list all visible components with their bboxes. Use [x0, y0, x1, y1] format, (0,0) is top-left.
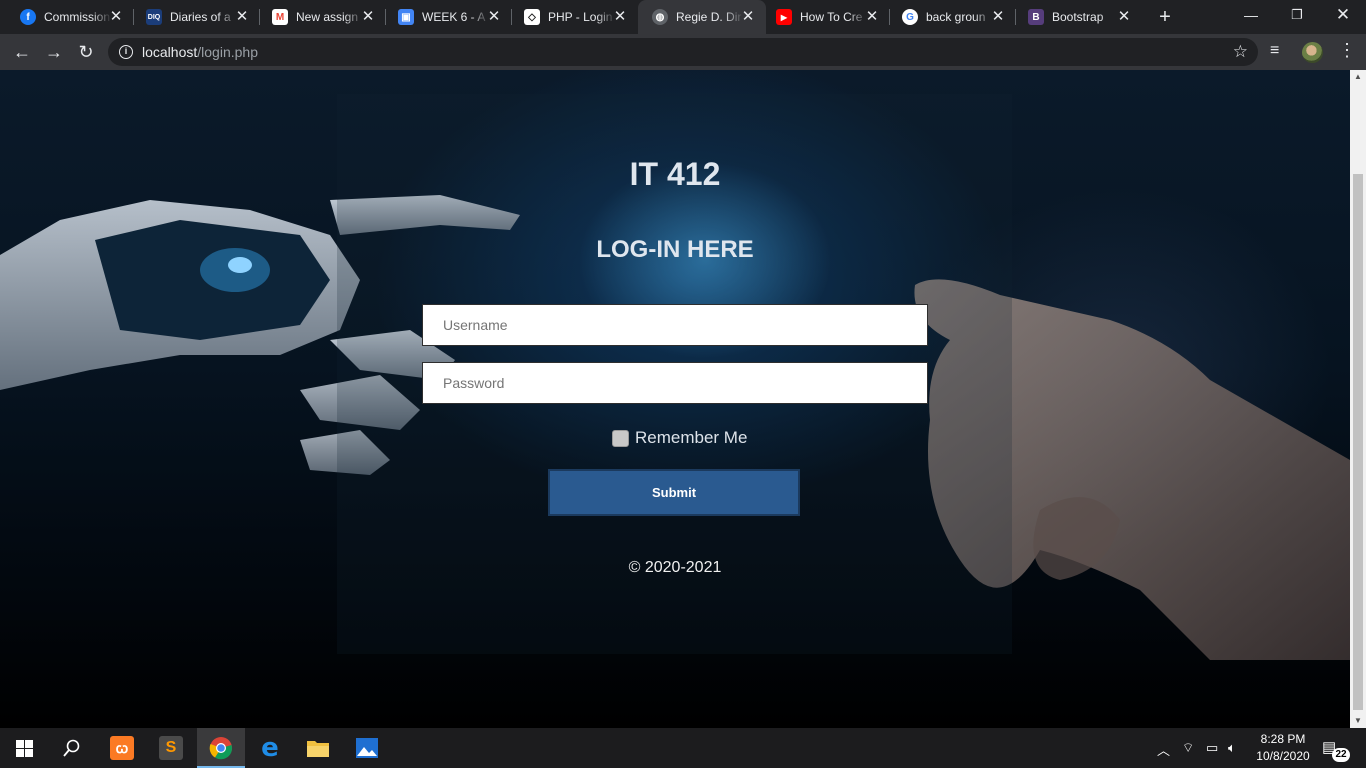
submit-button[interactable]: Submit	[548, 469, 800, 516]
url-text[interactable]: localhost/login.php	[142, 44, 258, 60]
facebook-icon: f	[20, 9, 36, 25]
codepen-icon: ◇	[524, 9, 540, 25]
clock-date: 10/8/2020	[1256, 749, 1310, 763]
bookmark-star-icon[interactable]: ☆	[1233, 42, 1248, 62]
address-bar[interactable]: i localhost/login.php ☆	[108, 38, 1258, 66]
page-viewport: IT 412 LOG-IN HERE Remember Me Submit © …	[0, 70, 1366, 728]
windows-start-icon[interactable]	[0, 728, 48, 768]
windows-taskbar: ꞷ S e ︿ ⌔ ▭ 🔈︎ 8:28 PM 10/8/2020 ▤ 22	[0, 728, 1366, 768]
action-center-icon[interactable]: ▤ 22	[1322, 738, 1350, 762]
gmail-icon: M	[272, 9, 288, 25]
tab-php-login[interactable]: ◇ PHP - Login ✕	[504, 0, 638, 34]
media-playlist-icon[interactable]: ≡	[1270, 42, 1279, 60]
close-tab-icon[interactable]: ✕	[360, 9, 376, 25]
page-scrollbar[interactable]: ▲ ▼	[1350, 70, 1366, 728]
notification-count-badge: 22	[1332, 748, 1350, 762]
minimize-button[interactable]: —	[1228, 0, 1274, 34]
tab-title: WEEK 6 - A	[422, 10, 486, 24]
new-tab-button[interactable]: +	[1154, 6, 1176, 28]
close-tab-icon[interactable]: ✕	[486, 9, 502, 25]
restore-button[interactable]: ❐	[1274, 0, 1320, 34]
username-input[interactable]	[422, 304, 928, 346]
password-input[interactable]	[422, 362, 928, 404]
remember-me-checkbox[interactable]	[612, 429, 629, 447]
chrome-icon[interactable]	[197, 728, 245, 768]
youtube-icon: ▶	[776, 9, 792, 25]
edge-icon[interactable]: e	[246, 728, 294, 768]
login-subtitle: LOG-IN HERE	[596, 236, 754, 263]
menu-kebab-icon[interactable]: ⋮	[1338, 40, 1356, 61]
tab-background[interactable]: G back groun ✕	[882, 0, 1016, 34]
tab-title: New assign	[296, 10, 359, 24]
remember-me-label: Remember Me	[635, 428, 748, 447]
tab-title: Diaries of a	[170, 10, 231, 24]
scroll-down-icon[interactable]: ▼	[1350, 714, 1366, 728]
globe-icon: ◍	[652, 9, 668, 25]
tab-week-6[interactable]: ▣ WEEK 6 - A ✕	[378, 0, 512, 34]
tab-bootstrap[interactable]: B Bootstrap ✕	[1008, 0, 1142, 34]
google-icon: G	[902, 9, 918, 25]
tab-title: back groun	[926, 10, 986, 24]
tab-title: How To Cre	[800, 10, 863, 24]
classroom-icon: ▣	[398, 9, 414, 25]
sublime-text-icon[interactable]: S	[147, 728, 195, 768]
photos-icon[interactable]	[343, 728, 391, 768]
close-tab-icon[interactable]: ✕	[990, 9, 1006, 25]
close-tab-icon[interactable]: ✕	[740, 9, 756, 25]
diq-icon: DIQ	[146, 9, 162, 25]
tab-regie-active[interactable]: ◍ Regie D. Dir ✕	[638, 0, 766, 34]
url-host: localhost	[142, 44, 198, 60]
system-clock[interactable]: 8:28 PM 10/8/2020	[1248, 731, 1318, 765]
clock-time: 8:28 PM	[1260, 732, 1306, 746]
close-tab-icon[interactable]: ✕	[234, 9, 250, 25]
url-path: /login.php	[197, 44, 258, 60]
volume-icon[interactable]: 🔈︎	[1228, 740, 1236, 756]
bootstrap-icon: B	[1028, 9, 1044, 25]
scroll-up-icon[interactable]: ▲	[1350, 70, 1366, 84]
page-title: IT 412	[629, 156, 721, 192]
file-explorer-icon[interactable]	[294, 728, 342, 768]
battery-icon[interactable]: ▭	[1206, 740, 1218, 756]
close-tab-icon[interactable]: ✕	[612, 9, 628, 25]
scrollbar-thumb[interactable]	[1353, 174, 1363, 710]
chevron-up-icon[interactable]: ︿	[1157, 740, 1170, 759]
tab-new-assignment[interactable]: M New assign ✕	[252, 0, 386, 34]
back-arrow-icon[interactable]: ←	[8, 38, 36, 66]
close-tab-icon[interactable]: ✕	[108, 9, 124, 25]
tab-title: Bootstrap	[1052, 10, 1104, 24]
tab-how-to-create[interactable]: ▶ How To Cre ✕	[756, 0, 890, 34]
reload-icon[interactable]: ↻	[72, 38, 100, 66]
site-info-icon[interactable]: i	[119, 45, 133, 59]
close-tab-icon[interactable]: ✕	[1116, 9, 1132, 25]
tab-title: PHP - Login	[548, 10, 613, 24]
tab-strip: f Commission ✕ DIQ Diaries of a ✕ M New …	[0, 0, 1366, 34]
forward-arrow-icon[interactable]: →	[40, 38, 68, 66]
close-window-button[interactable]: ✕	[1320, 0, 1366, 34]
close-tab-icon[interactable]: ✕	[864, 9, 880, 25]
tab-diaries[interactable]: DIQ Diaries of a ✕	[126, 0, 260, 34]
remember-me[interactable]: Remember Me	[612, 428, 747, 448]
copyright-footer: © 2020-2021	[628, 559, 722, 576]
search-icon[interactable]	[48, 728, 96, 768]
tab-title: Regie D. Dir	[676, 10, 742, 24]
profile-avatar[interactable]	[1302, 42, 1323, 63]
tab-title: Commission	[44, 10, 111, 24]
xampp-icon[interactable]: ꞷ	[98, 728, 146, 768]
wifi-icon[interactable]: ⌔	[1182, 740, 1194, 756]
browser-toolbar: ← → ↻ i localhost/login.php ☆ ≡ ⋮	[0, 34, 1366, 70]
tab-commission[interactable]: f Commission ✕	[0, 0, 134, 34]
